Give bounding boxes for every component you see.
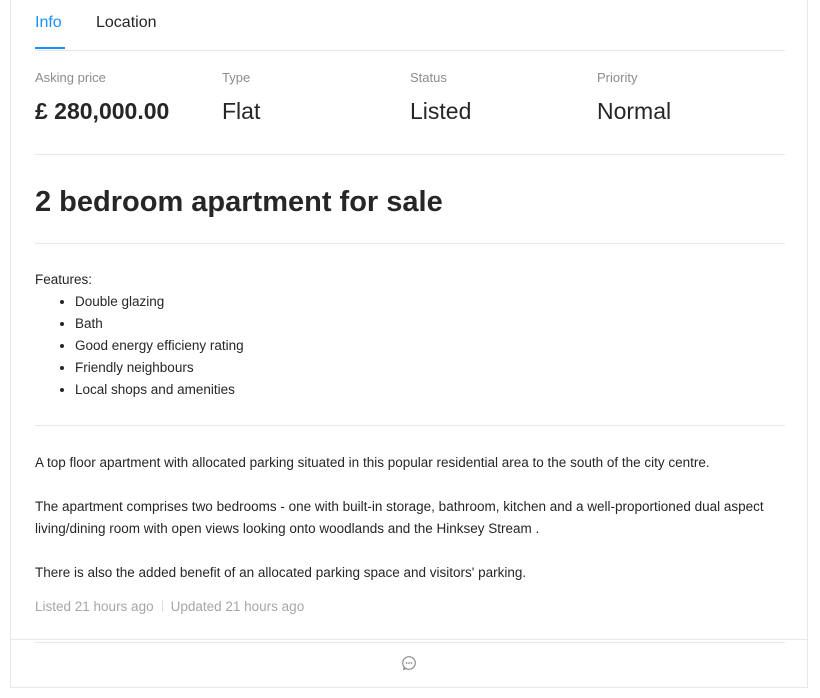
feature-item: Good energy efficieny rating — [75, 335, 244, 357]
stat-status: Status Listed — [410, 69, 471, 125]
listed-time: Listed 21 hours ago — [35, 599, 154, 614]
asking-price-label: Asking price — [35, 70, 106, 85]
description-section: A top floor apartment with allocated par… — [35, 426, 785, 643]
features-list: Double glazing Bath Good energy efficien… — [35, 291, 244, 401]
description-paragraph: The apartment comprises two bedrooms - o… — [35, 499, 764, 536]
stats-row: Asking price £ 280,000.00 Type Flat Stat… — [35, 51, 785, 155]
description: A top floor apartment with allocated par… — [35, 452, 775, 584]
feature-item: Double glazing — [75, 291, 244, 313]
features-label: Features: — [35, 272, 93, 287]
priority-value: Normal — [597, 98, 672, 124]
asking-price-value: £ 280,000.00 — [35, 98, 170, 124]
active-tab-indicator — [35, 47, 65, 49]
feature-item: Bath — [75, 313, 244, 335]
feature-item: Friendly neighbours — [75, 357, 244, 379]
description-paragraph: A top floor apartment with allocated par… — [35, 455, 710, 470]
type-label: Type — [222, 70, 251, 85]
listing-card: Info Location Asking price £ 280,000.00 … — [10, 0, 808, 688]
updated-time: Updated 21 hours ago — [170, 599, 305, 614]
stat-priority: Priority Normal — [597, 69, 671, 125]
card-actions — [11, 639, 807, 686]
comment-icon[interactable] — [401, 655, 417, 671]
listing-meta: Listed 21 hours ago Updated 21 hours ago — [35, 598, 304, 616]
type-value: Flat — [222, 98, 261, 124]
description-paragraph: There is also the added benefit of an al… — [35, 565, 527, 580]
listing-title: 2 bedroom apartment for sale — [35, 186, 443, 218]
tab-bar: Info Location — [35, 0, 785, 51]
status-label: Status — [410, 70, 447, 85]
status-value: Listed — [410, 98, 472, 124]
stat-asking-price: Asking price £ 280,000.00 — [35, 69, 169, 125]
card-body: Info Location Asking price £ 280,000.00 … — [35, 0, 785, 643]
stat-type: Type Flat — [222, 69, 260, 125]
feature-item: Local shops and amenities — [75, 379, 244, 401]
tab-location[interactable]: Location — [96, 13, 157, 33]
features-section: Features: Double glazing Bath Good energ… — [35, 244, 785, 426]
tab-info[interactable]: Info — [35, 13, 62, 33]
meta-divider — [161, 600, 163, 612]
title-section: 2 bedroom apartment for sale — [35, 155, 785, 244]
priority-label: Priority — [597, 70, 638, 85]
